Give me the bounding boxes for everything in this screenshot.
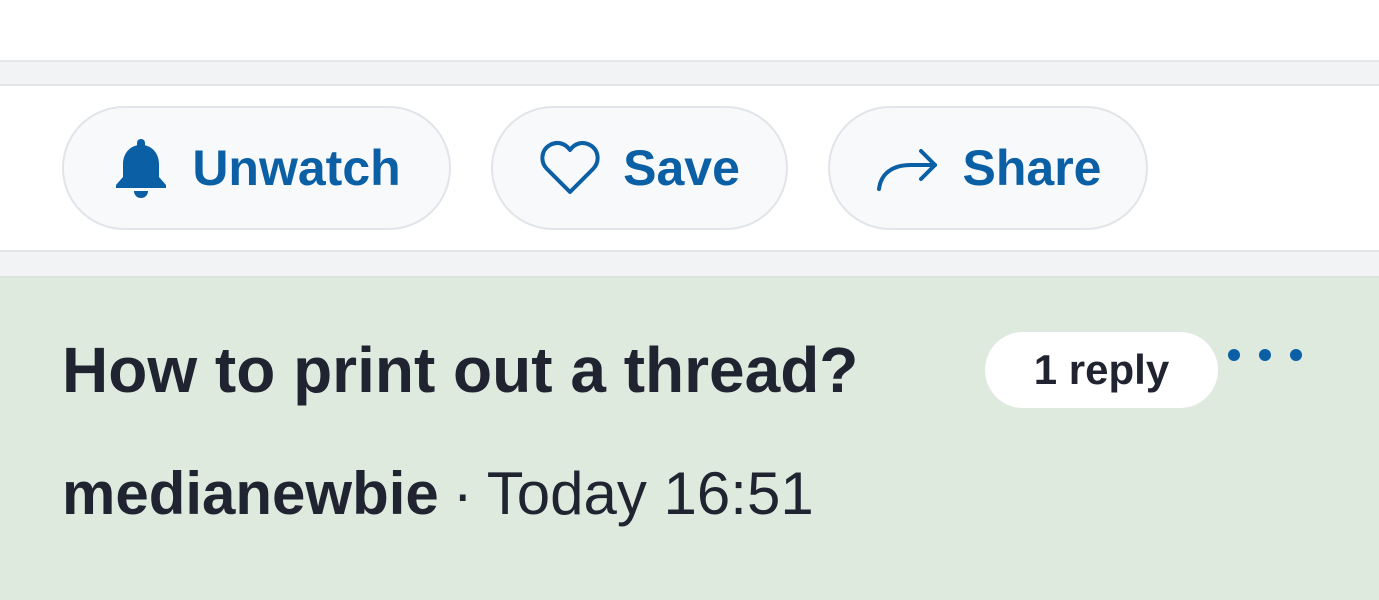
post-author[interactable]: medianewbie — [62, 460, 439, 527]
top-spacer — [0, 0, 1379, 60]
post-meta: medianewbie · Today 16:51 — [62, 456, 814, 532]
post-card: How to print out a thread? 1 reply media… — [0, 278, 1379, 600]
more-dot — [1259, 349, 1271, 361]
share-label: Share — [962, 140, 1102, 196]
save-label: Save — [623, 140, 740, 196]
post-title[interactable]: How to print out a thread? — [62, 330, 858, 410]
action-bar: Unwatch Save Share — [0, 86, 1379, 250]
save-button[interactable]: Save — [491, 106, 788, 230]
more-dot — [1228, 349, 1240, 361]
bell-icon — [112, 137, 170, 199]
unwatch-label: Unwatch — [192, 140, 401, 196]
post-timestamp: Today 16:51 — [486, 460, 814, 527]
reply-count-badge[interactable]: 1 reply — [985, 332, 1218, 408]
divider-bottom — [0, 250, 1379, 278]
share-button[interactable]: Share — [828, 106, 1148, 230]
unwatch-button[interactable]: Unwatch — [62, 106, 451, 230]
more-dot — [1290, 349, 1302, 361]
heart-icon — [539, 140, 601, 196]
meta-separator: · — [452, 460, 473, 527]
share-arrow-icon — [875, 145, 941, 191]
more-dots-icon[interactable] — [1228, 340, 1302, 370]
divider-top — [0, 60, 1379, 86]
